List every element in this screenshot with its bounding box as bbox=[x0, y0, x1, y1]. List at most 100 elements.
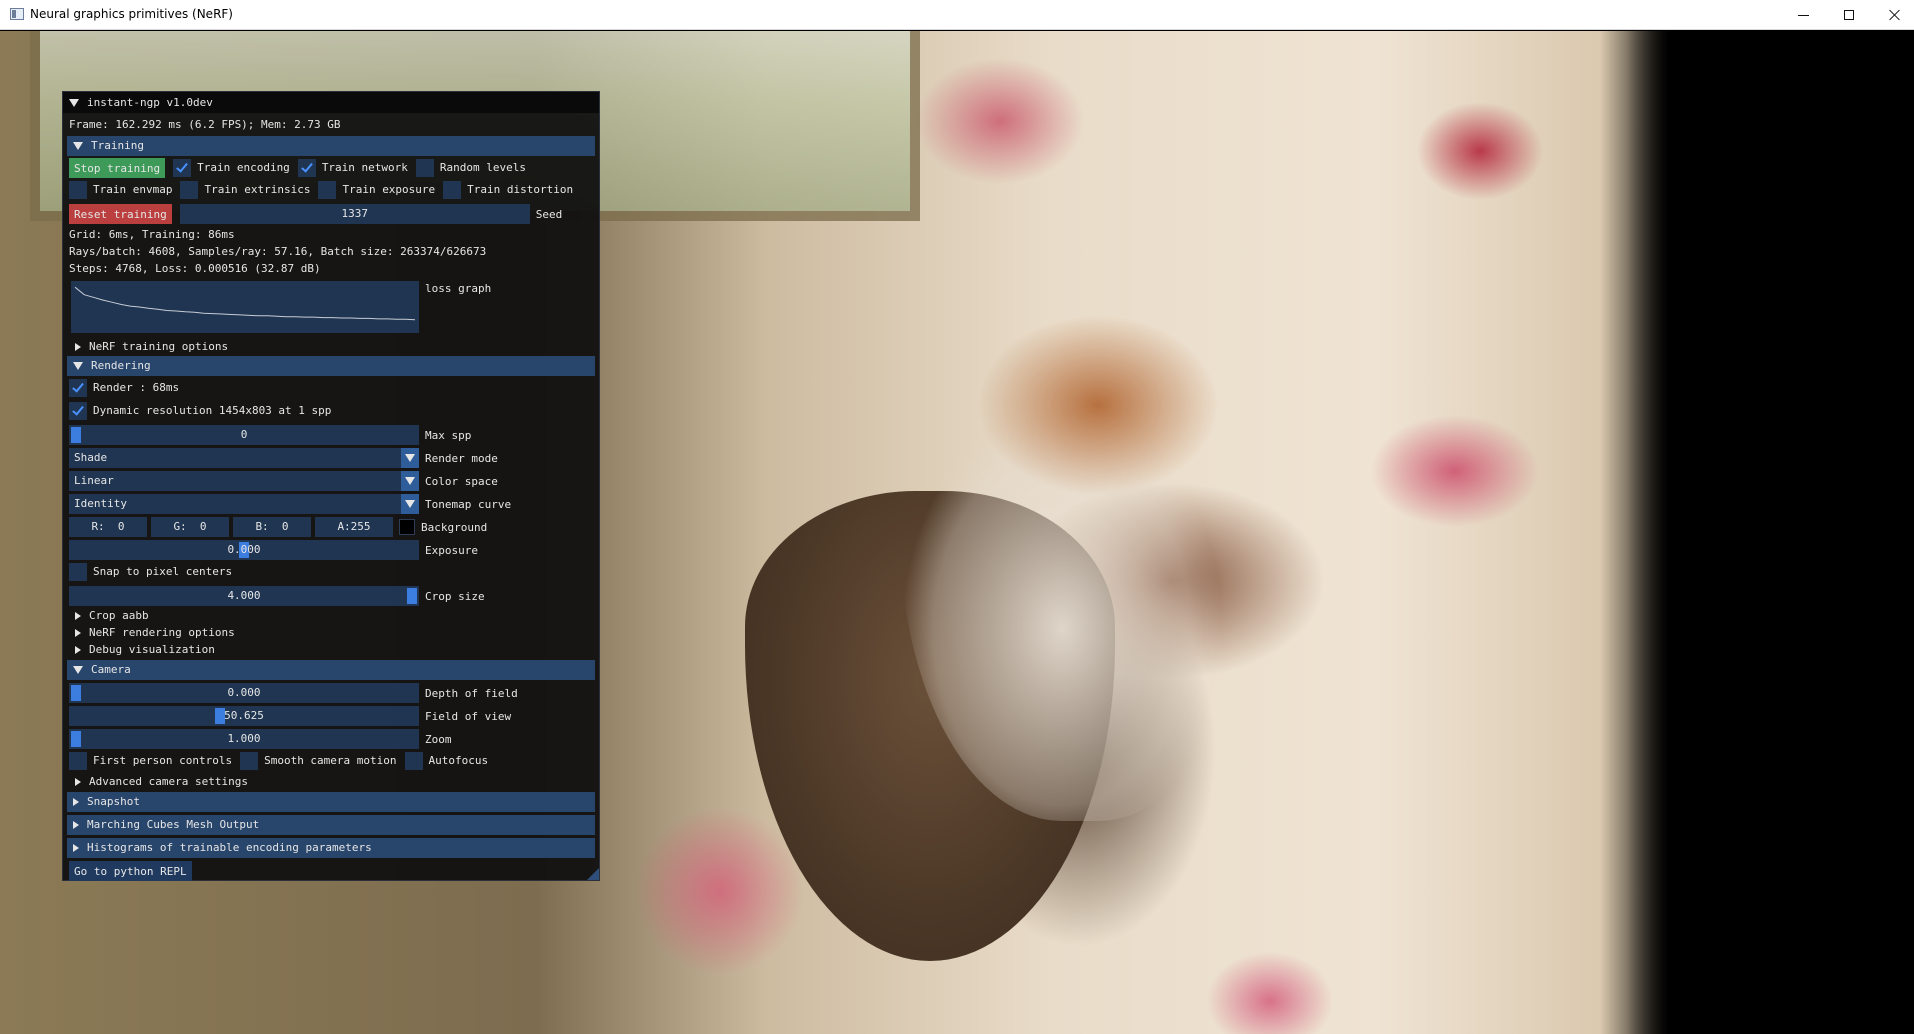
depth-of-field-slider[interactable]: 0.000 bbox=[69, 683, 419, 703]
field-of-view-slider[interactable]: 50.625 bbox=[69, 706, 419, 726]
instant-ngp-panel[interactable]: instant-ngp v1.0dev Frame: 162.292 ms (6… bbox=[62, 91, 600, 881]
seed-input[interactable]: 1337 bbox=[179, 204, 530, 224]
expanded-icon bbox=[73, 666, 83, 674]
debug-visualization-label: Debug visualization bbox=[89, 643, 215, 656]
background-r-value: R: 0 bbox=[91, 520, 125, 533]
expanded-icon bbox=[73, 362, 83, 370]
chevron-right-icon bbox=[75, 646, 81, 654]
loss-graph[interactable] bbox=[71, 281, 419, 333]
snap-to-pixel-checkbox[interactable]: Snap to pixel centers bbox=[69, 563, 232, 581]
slider-grab[interactable] bbox=[71, 685, 81, 701]
field-of-view-label: Field of view bbox=[425, 709, 512, 723]
background-g-field[interactable]: G: 0 bbox=[151, 517, 229, 537]
dynamic-resolution-label: Dynamic resolution 1454x803 at 1 spp bbox=[93, 404, 332, 417]
collapse-icon[interactable] bbox=[69, 98, 79, 107]
loss-curve-line bbox=[74, 286, 416, 321]
depth-of-field-value: 0.000 bbox=[227, 686, 261, 699]
chevron-right-icon bbox=[75, 629, 81, 637]
render-mode-combo[interactable]: Shade bbox=[69, 448, 419, 468]
steps-loss: Steps: 4768, Loss: 0.000516 (32.87 dB) bbox=[69, 262, 321, 275]
render-mode-value: Shade bbox=[74, 451, 108, 464]
first-person-controls-label: First person controls bbox=[93, 754, 233, 767]
advanced-camera-settings-label: Advanced camera settings bbox=[89, 775, 248, 788]
chevron-down-icon[interactable] bbox=[401, 471, 419, 491]
depth-of-field-label: Depth of field bbox=[425, 686, 518, 700]
background-b-field[interactable]: B: 0 bbox=[233, 517, 311, 537]
rays-stats: Rays/batch: 4608, Samples/ray: 57.16, Ba… bbox=[69, 245, 487, 258]
background-a-value: A:255 bbox=[337, 520, 371, 533]
train-distortion-checkbox[interactable]: Train distortion bbox=[443, 181, 573, 199]
crop-aabb-node[interactable]: Crop aabb bbox=[75, 609, 149, 623]
tonemap-curve-combo[interactable]: Identity bbox=[69, 494, 419, 514]
train-network-checkbox[interactable]: Train network bbox=[297, 159, 408, 177]
marching-cubes-header[interactable]: Marching Cubes Mesh Output bbox=[67, 815, 595, 835]
slider-grab[interactable] bbox=[71, 427, 81, 443]
close-button[interactable] bbox=[1872, 0, 1914, 30]
slider-grab[interactable] bbox=[71, 731, 81, 747]
training-header[interactable]: Training bbox=[67, 136, 595, 156]
close-icon bbox=[1889, 9, 1901, 21]
train-extrinsics-checkbox[interactable]: Train extrinsics bbox=[180, 181, 310, 199]
tonemap-curve-value: Identity bbox=[74, 497, 127, 510]
autofocus-label: Autofocus bbox=[428, 754, 489, 767]
seed-value: 1337 bbox=[341, 207, 368, 220]
zoom-label: Zoom bbox=[425, 732, 452, 746]
exposure-value: 0.000 bbox=[227, 543, 261, 556]
check-icon bbox=[69, 379, 87, 397]
render-checkbox[interactable]: Render : 68ms bbox=[69, 379, 179, 397]
unchecked-box bbox=[69, 752, 87, 770]
crop-size-slider[interactable]: 4.000 bbox=[69, 586, 419, 606]
background-r-field[interactable]: R: 0 bbox=[69, 517, 147, 537]
histograms-header[interactable]: Histograms of trainable encoding paramet… bbox=[67, 838, 595, 858]
train-exposure-label: Train exposure bbox=[342, 183, 436, 196]
slider-grab[interactable] bbox=[407, 588, 417, 604]
nerf-training-options-node[interactable]: NeRF training options bbox=[75, 340, 228, 354]
rendering-header[interactable]: Rendering bbox=[67, 356, 595, 376]
frame-stats: Frame: 162.292 ms (6.2 FPS); Mem: 2.73 G… bbox=[69, 118, 341, 131]
stop-training-button[interactable]: Stop training bbox=[69, 158, 166, 178]
background-color-swatch[interactable] bbox=[399, 519, 415, 535]
crop-aabb-label: Crop aabb bbox=[89, 609, 149, 622]
train-exposure-checkbox[interactable]: Train exposure bbox=[318, 181, 435, 199]
panel-titlebar[interactable]: instant-ngp v1.0dev bbox=[63, 92, 599, 113]
check-icon bbox=[173, 159, 192, 177]
first-person-controls-checkbox[interactable]: First person controls bbox=[69, 752, 232, 770]
rendering-header-label: Rendering bbox=[91, 359, 151, 372]
background-b-value: B: 0 bbox=[255, 520, 289, 533]
expanded-icon bbox=[73, 142, 83, 150]
zoom-slider[interactable]: 1.000 bbox=[69, 729, 419, 749]
minimize-button[interactable] bbox=[1780, 0, 1826, 30]
nerf-rendering-options-node[interactable]: NeRF rendering options bbox=[75, 626, 235, 640]
background-label: Background bbox=[421, 520, 488, 534]
chevron-down-icon[interactable] bbox=[401, 448, 419, 468]
python-repl-button[interactable]: Go to python REPL bbox=[69, 861, 192, 881]
color-space-combo[interactable]: Linear bbox=[69, 471, 419, 491]
debug-visualization-node[interactable]: Debug visualization bbox=[75, 643, 215, 657]
nerf-training-options-label: NeRF training options bbox=[89, 340, 229, 353]
advanced-camera-settings-node[interactable]: Advanced camera settings bbox=[75, 775, 248, 789]
chevron-down-icon[interactable] bbox=[401, 494, 419, 514]
window-title: Neural graphics primitives (NeRF) bbox=[30, 7, 233, 21]
max-spp-label: Max spp bbox=[425, 428, 472, 442]
scene-dark-edge bbox=[1600, 31, 1914, 1034]
resize-grip[interactable] bbox=[587, 868, 599, 880]
random-levels-checkbox[interactable]: Random levels bbox=[415, 159, 526, 177]
autofocus-checkbox[interactable]: Autofocus bbox=[404, 752, 489, 770]
exposure-slider[interactable]: 0.000 bbox=[69, 540, 419, 560]
max-spp-slider[interactable]: 0 bbox=[69, 425, 419, 445]
smooth-camera-motion-checkbox[interactable]: Smooth camera motion bbox=[240, 752, 397, 770]
training-timing: Grid: 6ms, Training: 86ms bbox=[69, 228, 235, 241]
maximize-button[interactable] bbox=[1826, 0, 1872, 30]
reset-training-button[interactable]: Reset training bbox=[69, 204, 172, 224]
train-encoding-checkbox[interactable]: Train encoding bbox=[173, 159, 290, 177]
train-envmap-checkbox[interactable]: Train envmap bbox=[69, 181, 172, 199]
background-a-field[interactable]: A:255 bbox=[315, 517, 393, 537]
dynamic-resolution-checkbox[interactable]: Dynamic resolution 1454x803 at 1 spp bbox=[69, 402, 331, 420]
zoom-value: 1.000 bbox=[227, 732, 261, 745]
camera-header[interactable]: Camera bbox=[67, 660, 595, 680]
seed-label: Seed bbox=[535, 207, 563, 221]
tonemap-curve-label: Tonemap curve bbox=[425, 497, 512, 511]
window-titlebar: Neural graphics primitives (NeRF) bbox=[0, 0, 1914, 30]
snapshot-header[interactable]: Snapshot bbox=[67, 792, 595, 812]
chevron-right-icon bbox=[73, 821, 79, 829]
